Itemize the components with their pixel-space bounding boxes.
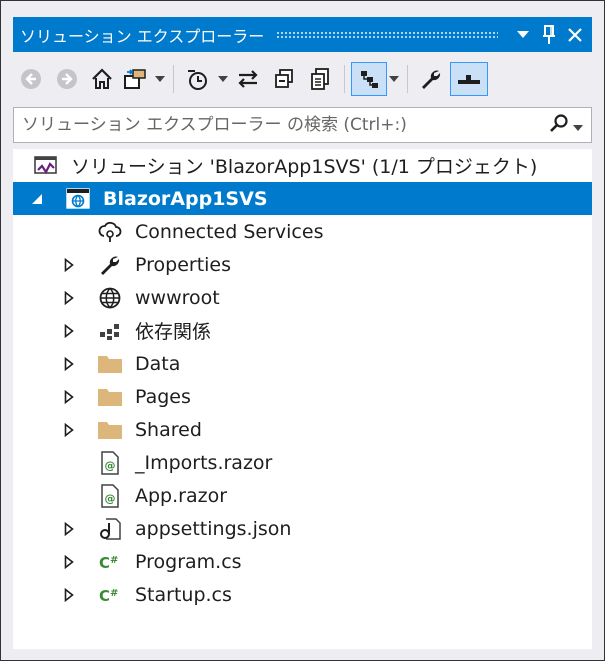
preview-selected-items-button[interactable] [351, 62, 387, 96]
class-view-icon [361, 71, 378, 88]
collapse-arrow-icon[interactable] [29, 191, 45, 207]
tree-item[interactable]: C # Program.cs [13, 545, 592, 578]
preview-button[interactable] [450, 62, 488, 96]
title-bar: ソリューション エクスプローラー [13, 17, 592, 52]
expand-arrow-icon[interactable] [61, 323, 77, 339]
search-icon[interactable] [549, 113, 569, 137]
solution-label: ソリューション 'BlazorApp1SVS' (1/1 プロジェクト) [71, 156, 538, 178]
pending-changes-filter-button[interactable] [180, 62, 216, 96]
forward-icon [57, 69, 77, 89]
tree-item[interactable]: 依存関係 [13, 314, 592, 347]
expand-arrow-icon[interactable] [61, 389, 77, 405]
pending-changes-dropdown-icon[interactable] [216, 76, 230, 82]
expand-arrow-icon[interactable] [61, 521, 77, 537]
window-menu-dropdown-icon[interactable] [510, 20, 536, 50]
search-input[interactable] [14, 109, 549, 141]
toolbar-separator [407, 65, 408, 93]
show-all-files-icon [311, 68, 329, 90]
tree-row-solution[interactable]: ソリューション 'BlazorApp1SVS' (1/1 プロジェクト) [13, 149, 592, 182]
switch-views-icon [124, 69, 146, 89]
tree-item-label: Connected Services [135, 220, 324, 243]
tree-item-label: Shared [135, 418, 202, 441]
tree-item-label: App.razor [135, 484, 228, 507]
project-label: BlazorApp1SVS [103, 187, 268, 210]
tree-item[interactable]: C # Startup.cs [13, 578, 592, 611]
wrench-icon [97, 252, 123, 278]
pin-icon[interactable] [536, 20, 562, 50]
globe-icon [97, 285, 123, 311]
title-bar-grip[interactable] [276, 31, 498, 38]
tree-item[interactable]: Properties [13, 248, 592, 281]
window-title: ソリューション エクスプローラー [20, 26, 265, 46]
tree-item-label: _Imports.razor [135, 451, 273, 474]
forward-button[interactable] [49, 62, 85, 96]
show-all-files-button[interactable] [302, 62, 338, 96]
expand-arrow-icon[interactable] [61, 587, 77, 603]
tree-item[interactable]: @ _Imports.razor [13, 446, 592, 479]
toolbar-separator [344, 65, 345, 93]
svg-text:#: # [110, 588, 118, 599]
solution-icon [33, 153, 59, 179]
tree-item-label: 依存関係 [135, 321, 212, 343]
svg-text:@: @ [105, 459, 116, 472]
expand-arrow-icon[interactable] [61, 356, 77, 372]
tree-item-label: Startup.cs [135, 583, 232, 606]
collapse-all-button[interactable] [266, 62, 302, 96]
folder-icon [97, 384, 123, 410]
search-box [13, 107, 592, 143]
back-icon [21, 69, 41, 89]
expand-arrow-icon[interactable] [61, 257, 77, 273]
tree-item-label: Pages [135, 385, 191, 408]
solution-tree: ソリューション 'BlazorApp1SVS' (1/1 プロジェクト) Bla… [13, 149, 592, 649]
switch-views-button[interactable] [119, 62, 153, 96]
switch-views-dropdown-icon[interactable] [153, 76, 167, 82]
expand-arrow-icon[interactable] [61, 554, 77, 570]
clock-filter-icon [188, 70, 207, 90]
sync-with-active-document-button[interactable] [230, 62, 266, 96]
razor-file-icon: @ [97, 450, 123, 476]
connected-services-icon [97, 219, 123, 245]
dependencies-icon [97, 318, 123, 344]
csharp-file-icon: C # [97, 549, 123, 575]
close-icon[interactable] [562, 20, 588, 50]
back-button[interactable] [13, 62, 49, 96]
tree-item-label: Data [135, 352, 181, 375]
search-options-dropdown-icon[interactable] [573, 116, 583, 135]
solution-explorer-window: ソリューション エクスプローラー ソリューション エクスプローラー の検索 (C… [0, 0, 605, 661]
csharp-file-icon: C # [97, 582, 123, 608]
sync-arrows-icon [238, 70, 258, 88]
tree-item-label: appsettings.json [135, 517, 292, 540]
svg-text:C: C [99, 554, 110, 572]
preview-dropdown-icon[interactable] [387, 76, 401, 82]
properties-button[interactable] [414, 62, 448, 96]
tree-item-label: wwwroot [135, 286, 220, 309]
collapse-all-icon [275, 69, 293, 88]
tree-item[interactable]: Shared [13, 413, 592, 446]
wrench-icon [422, 70, 441, 89]
tree-item-label: Program.cs [135, 550, 242, 573]
home-button[interactable] [85, 62, 119, 96]
tree-row-project[interactable]: BlazorApp1SVS [13, 182, 592, 215]
tree-item[interactable]: Pages [13, 380, 592, 413]
svg-text:#: # [110, 555, 118, 566]
expand-arrow-icon[interactable] [61, 290, 77, 306]
folder-icon [97, 351, 123, 377]
tree-item[interactable]: Connected Services [13, 215, 592, 248]
tree-item[interactable]: Data [13, 347, 592, 380]
expand-arrow-icon[interactable] [61, 422, 77, 438]
preview-pane-icon [458, 75, 480, 84]
home-icon [92, 68, 112, 89]
toolbar-separator [173, 65, 174, 93]
json-file-icon [97, 516, 123, 542]
tree-item-label: Properties [135, 253, 232, 276]
tree-item[interactable]: appsettings.json [13, 512, 592, 545]
web-project-icon [65, 186, 91, 212]
tree-item[interactable]: @ App.razor [13, 479, 592, 512]
tree-item[interactable]: wwwroot [13, 281, 592, 314]
svg-text:@: @ [105, 492, 116, 505]
toolbar [13, 59, 592, 99]
folder-icon [97, 417, 123, 443]
svg-text:C: C [99, 587, 110, 605]
razor-file-icon: @ [97, 483, 123, 509]
